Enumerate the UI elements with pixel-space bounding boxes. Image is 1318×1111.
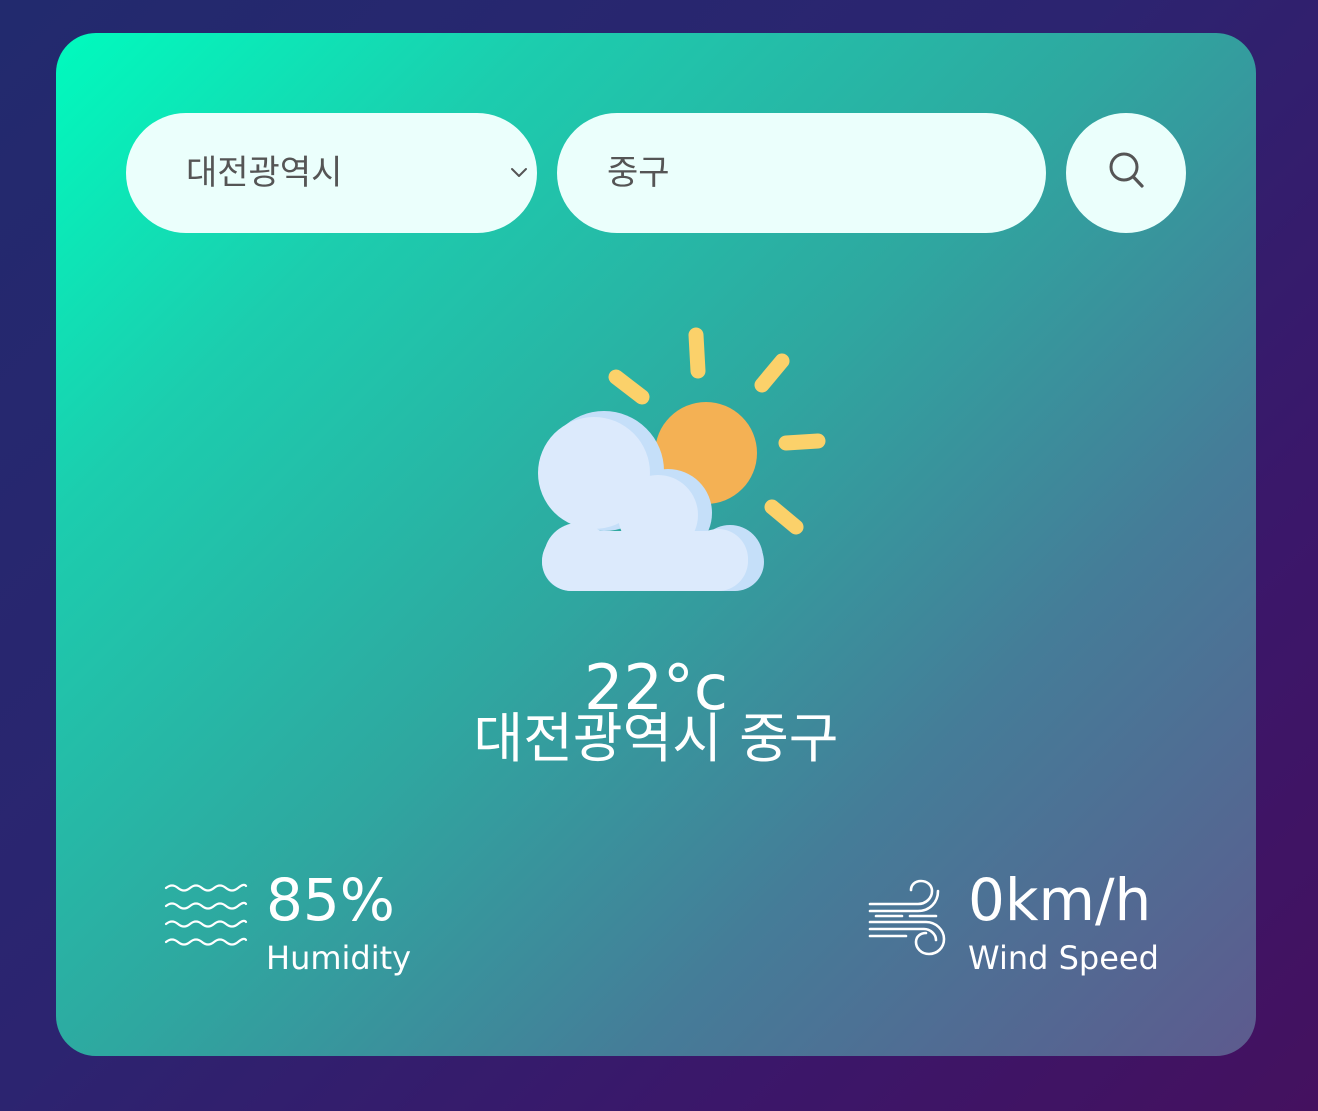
search-button[interactable] [1066, 113, 1186, 233]
location-name: 대전광역시 중구 [473, 707, 839, 770]
wind-speed-label: Wind Speed [968, 939, 1159, 977]
humidity-value: 85% [266, 866, 395, 934]
wind-icon [868, 879, 946, 956]
district-input[interactable]: 중구 [557, 113, 1046, 233]
search-bar: 대전광역시 중구 [126, 113, 1186, 233]
waves-icon [164, 883, 248, 946]
province-select-value: 대전광역시 [186, 153, 343, 193]
chevron-down-icon [511, 168, 527, 177]
humidity-label: Humidity [266, 939, 412, 977]
district-input-value: 중구 [607, 153, 670, 193]
wind-speed-value: 0km/h [968, 866, 1152, 934]
partly-cloudy-icon [538, 327, 826, 591]
search-icon [1109, 152, 1144, 188]
province-select[interactable]: 대전광역시 [126, 113, 537, 233]
weather-card: 대전광역시 중구 22°c 대전광역시 중구 85% Humidity 0km/… [56, 33, 1256, 1056]
